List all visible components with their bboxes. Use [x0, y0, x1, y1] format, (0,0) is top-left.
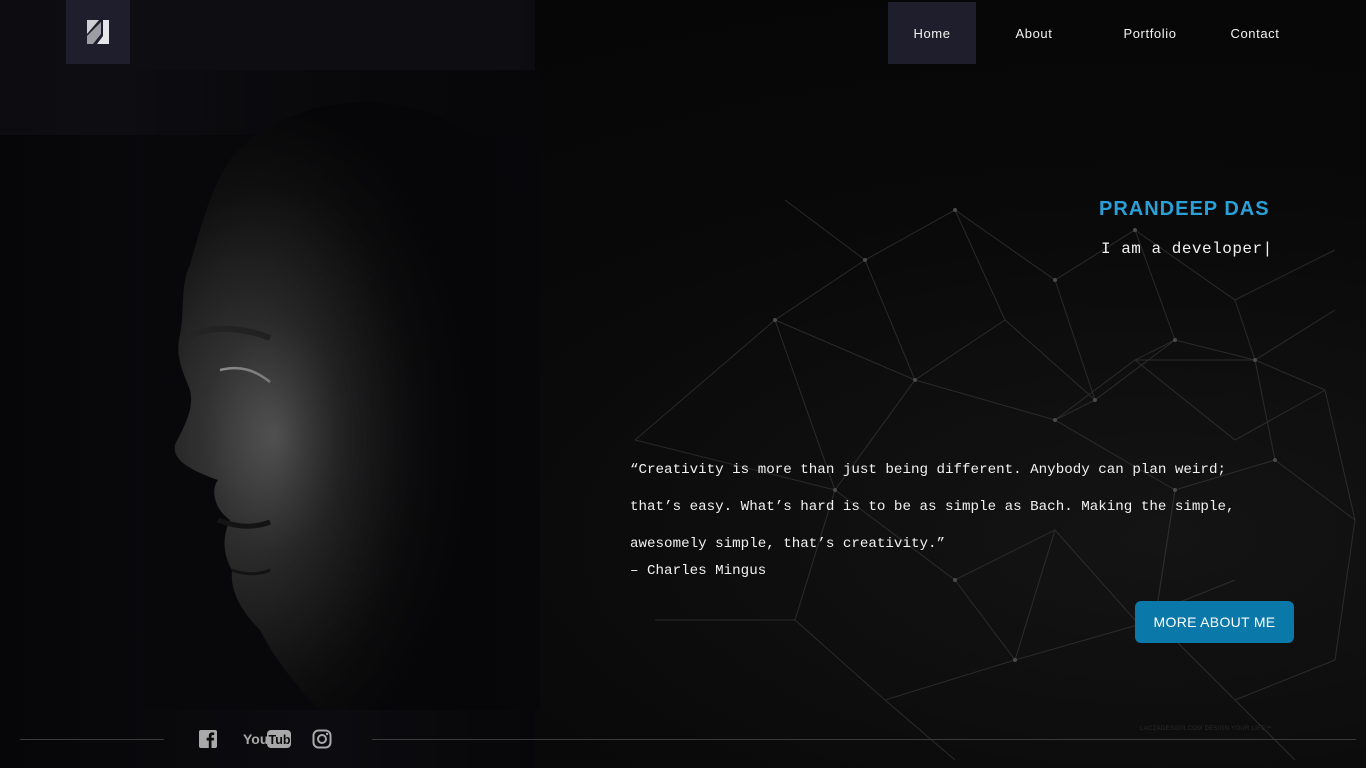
main-nav: Home About Portfolio Contact — [888, 2, 1302, 64]
quote-line: “Creativity is more than just being diff… — [630, 462, 1226, 478]
instagram-link[interactable] — [311, 727, 333, 751]
youtube-you-text: You — [243, 731, 268, 747]
nav-home-label: Home — [913, 25, 951, 41]
logo-mark-icon — [87, 20, 109, 44]
quote-line: that’s easy. What’s hard is to be as sim… — [630, 499, 1235, 515]
youtube-icon: You Tube — [243, 730, 292, 748]
nav-home-link[interactable]: Home — [888, 2, 976, 64]
hero-tagline: I am a developer| — [1101, 240, 1273, 258]
nav-about-link[interactable]: About — [976, 2, 1092, 64]
site-logo[interactable] — [66, 0, 130, 64]
hero-name: PRANDEEP DAS — [1099, 198, 1270, 220]
footer-divider-right — [372, 739, 1356, 740]
quote-author: – Charles Mingus — [630, 563, 767, 579]
instagram-icon — [312, 729, 332, 749]
nav-contact-link[interactable]: Contact — [1208, 2, 1302, 64]
profile-portrait-image — [120, 70, 540, 710]
nav-portfolio-label: Portfolio — [1123, 25, 1177, 41]
network-lines-graphic — [634, 199, 1356, 761]
facebook-link[interactable] — [197, 727, 219, 751]
facebook-icon — [199, 730, 217, 748]
nav-portfolio-link[interactable]: Portfolio — [1092, 2, 1208, 64]
youtube-link[interactable]: You Tube — [243, 727, 291, 751]
nav-about-label: About — [1015, 25, 1053, 41]
quote-line: awesomely simple, that’s creativity.” — [630, 536, 946, 552]
more-about-me-button[interactable]: MORE ABOUT ME — [1135, 601, 1294, 643]
footer-divider-left — [20, 739, 164, 740]
youtube-tube-text: Tube — [269, 733, 292, 747]
watermark-text: LACZADESIGN.COM DESIGN YOUR LIFE™ — [1140, 726, 1272, 732]
quote-text: “Creativity is more than just being diff… — [630, 452, 1320, 563]
nav-contact-label: Contact — [1230, 25, 1280, 41]
